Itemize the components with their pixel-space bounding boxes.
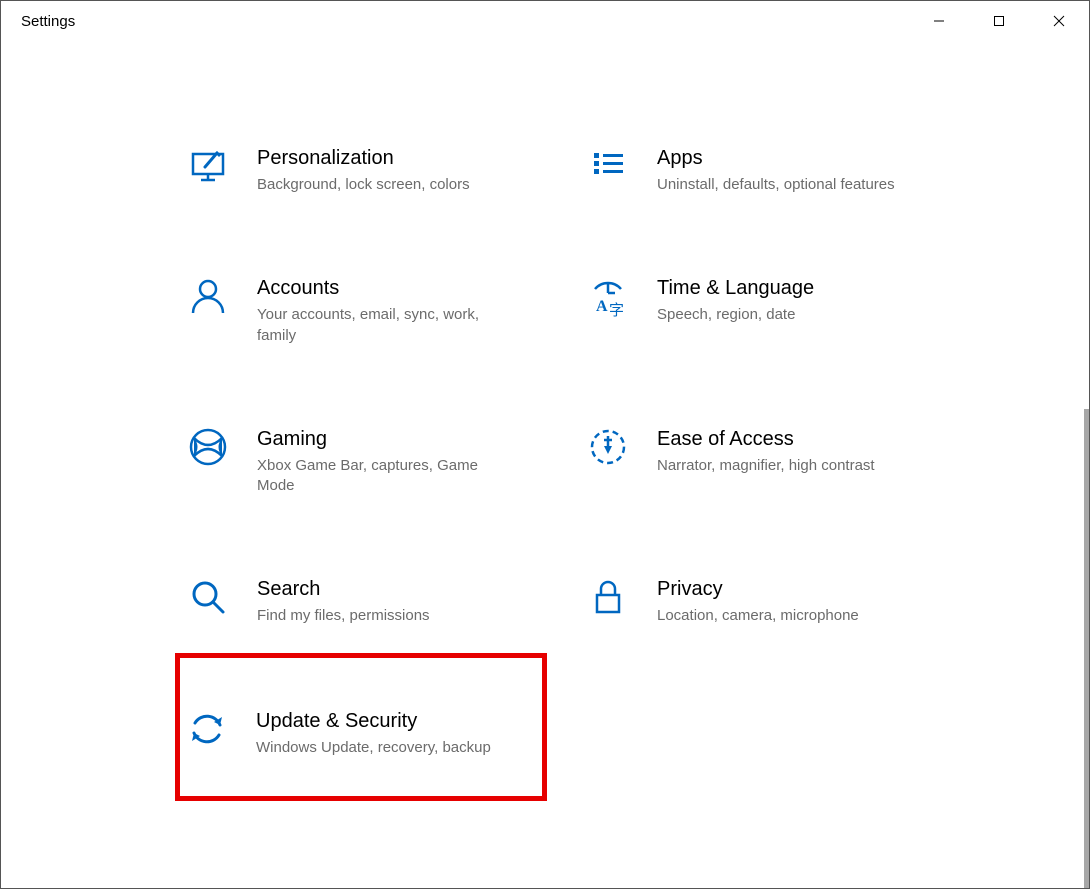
gaming-icon [187, 426, 229, 468]
category-desc: Xbox Game Bar, captures, Game Mode [257, 456, 507, 497]
ease-of-access-icon [587, 426, 629, 468]
category-desc: Uninstall, defaults, optional features [657, 175, 907, 195]
category-apps[interactable]: Apps Uninstall, defaults, optional featur… [581, 141, 941, 199]
titlebar: Settings [1, 1, 1089, 41]
maximize-icon [993, 15, 1005, 27]
apps-icon [587, 145, 629, 187]
minimize-button[interactable] [909, 1, 969, 41]
minimize-icon [933, 15, 945, 27]
category-ease-of-access[interactable]: Ease of Access Narrator, magnifier, high … [581, 422, 941, 501]
category-desc: Find my files, permissions [257, 606, 507, 626]
content-area: Personalization Background, lock screen, … [1, 41, 1089, 888]
search-icon [187, 576, 229, 618]
category-title: Time & Language [657, 275, 935, 301]
maximize-button[interactable] [969, 1, 1029, 41]
category-title: Update & Security [256, 708, 536, 734]
category-title: Gaming [257, 426, 535, 452]
category-desc: Narrator, magnifier, high contrast [657, 456, 907, 476]
personalization-icon [187, 145, 229, 187]
category-privacy[interactable]: Privacy Location, camera, microphone [581, 572, 941, 630]
category-title: Search [257, 576, 535, 602]
window-title: Settings [21, 13, 75, 30]
category-desc: Windows Update, recovery, backup [256, 738, 506, 758]
category-accounts[interactable]: Accounts Your accounts, email, sync, work… [181, 271, 541, 350]
category-search[interactable]: Search Find my files, permissions [181, 572, 541, 630]
scrollbar-thumb[interactable] [1084, 409, 1089, 888]
category-update-security[interactable]: Update & Security Windows Update, recover… [175, 653, 547, 801]
privacy-icon [587, 576, 629, 618]
close-button[interactable] [1029, 1, 1089, 41]
category-title: Ease of Access [657, 426, 935, 452]
category-desc: Your accounts, email, sync, work, family [257, 305, 507, 346]
time-language-icon [587, 275, 629, 317]
category-title: Accounts [257, 275, 535, 301]
close-icon [1053, 15, 1065, 27]
scrollbar[interactable] [1084, 409, 1089, 888]
category-time-language[interactable]: Time & Language Speech, region, date [581, 271, 941, 350]
category-desc: Background, lock screen, colors [257, 175, 507, 195]
category-gaming[interactable]: Gaming Xbox Game Bar, captures, Game Mode [181, 422, 541, 501]
category-title: Personalization [257, 145, 535, 171]
category-title: Privacy [657, 576, 935, 602]
accounts-icon [187, 275, 229, 317]
category-desc: Location, camera, microphone [657, 606, 907, 626]
category-personalization[interactable]: Personalization Background, lock screen, … [181, 141, 541, 199]
settings-grid: Personalization Background, lock screen, … [181, 141, 941, 763]
category-title: Apps [657, 145, 935, 171]
category-desc: Speech, region, date [657, 305, 907, 325]
update-security-icon [186, 708, 228, 750]
